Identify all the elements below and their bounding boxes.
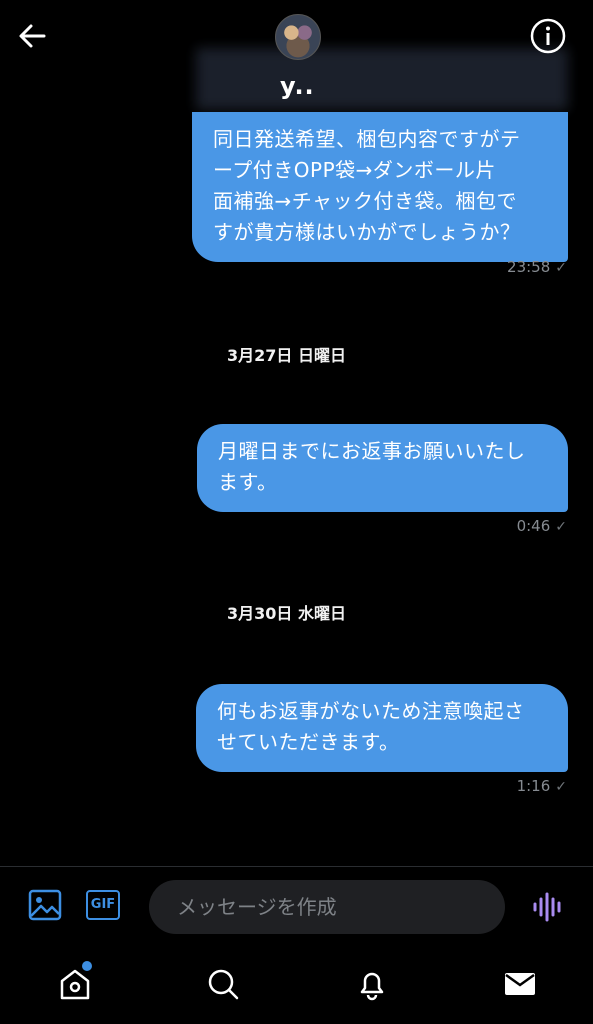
mail-icon[interactable]	[500, 964, 540, 1004]
message-line: すが貴方様はいかがでしょうか？	[213, 220, 521, 244]
timestamp-text: 1:16	[516, 777, 551, 795]
message-bubble[interactable]: 月曜日までにお返事お願いいたし ます。	[197, 424, 568, 512]
message-input[interactable]: メッセージを作成	[149, 880, 505, 934]
message-line: 面補強→チャック付き袋。梱包で	[213, 189, 518, 213]
avatar[interactable]	[275, 14, 321, 60]
conversation-header: y..	[0, 0, 593, 115]
back-arrow-icon[interactable]	[14, 18, 50, 54]
message-line: 何もお返事がないため注意喚起さ	[217, 699, 525, 723]
message-line: ープ付きOPP袋→ダンボール片	[213, 158, 496, 182]
message-bubble[interactable]: 同日発送希望、梱包内容ですがテ ープ付きOPP袋→ダンボール片 面補強→チャック…	[192, 112, 568, 262]
timestamp-text: 0:46	[516, 517, 551, 535]
contact-name[interactable]: y..	[280, 72, 315, 100]
message-bubble[interactable]: 何もお返事がないため注意喚起さ せていただきます。	[196, 684, 568, 772]
message-line: 同日発送希望、梱包内容ですがテ	[213, 127, 521, 151]
read-check-icon: ✓	[555, 260, 567, 276]
info-icon[interactable]	[529, 17, 567, 55]
gif-button[interactable]: GIF	[86, 890, 120, 920]
date-separator: 3月30日 水曜日	[227, 604, 346, 623]
search-icon[interactable]	[203, 964, 243, 1004]
timestamp-text: 23:58	[507, 258, 551, 276]
message-line: せていただきます。	[217, 730, 400, 754]
voice-wave-icon[interactable]	[531, 891, 565, 923]
message-line: ます。	[218, 470, 278, 494]
image-icon[interactable]	[27, 887, 63, 923]
message-timestamp: 1:16 ✓	[517, 777, 567, 795]
message-timestamp: 0:46 ✓	[517, 517, 567, 535]
message-line: 月曜日までにお返事お願いいたし	[218, 439, 526, 463]
bell-icon[interactable]	[352, 964, 392, 1004]
read-check-icon: ✓	[555, 779, 567, 795]
header-blur	[196, 48, 568, 110]
notification-dot	[82, 961, 92, 971]
message-timestamp: 23:58 ✓	[507, 258, 567, 276]
read-check-icon: ✓	[555, 519, 567, 535]
date-separator: 3月27日 日曜日	[227, 346, 346, 365]
